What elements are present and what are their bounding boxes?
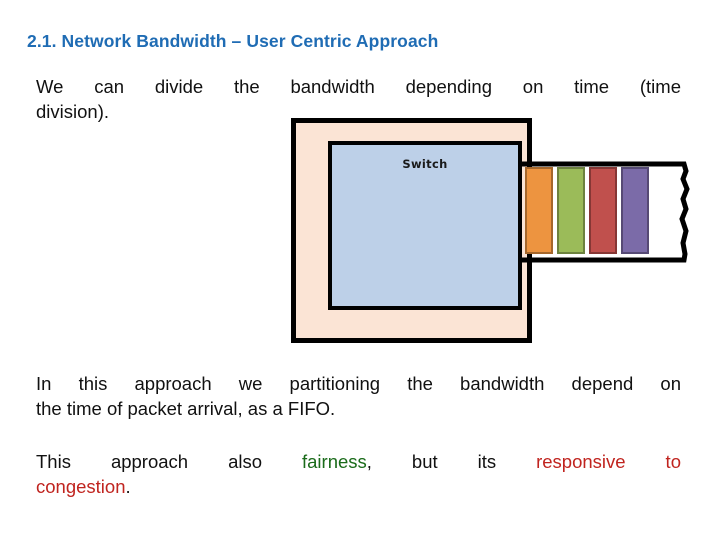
paragraph-intro-line-1: We can divide the bandwidth depending on…	[36, 76, 681, 97]
keyword-congestion: congestion	[36, 476, 126, 497]
text-this-approach-also: This approach also	[36, 451, 302, 472]
paragraph-approach: In this approach we partitioning the ban…	[36, 371, 681, 421]
slide-canvas: 2.1. Network Bandwidth – User Centric Ap…	[0, 0, 720, 540]
packet-green	[557, 167, 585, 254]
paragraph-approach-line-2: the time of packet arrival, as a FIFO.	[36, 398, 336, 419]
paragraph-fairness-line-1: This approach also fairness, but its res…	[36, 449, 681, 474]
switch-chassis: Switch	[291, 118, 532, 343]
switch-core: Switch	[328, 141, 522, 310]
paragraph-fairness-line-2: congestion.	[36, 474, 681, 499]
packet-queue	[525, 167, 655, 257]
packet-purple	[621, 167, 649, 254]
page-title: 2.1. Network Bandwidth – User Centric Ap…	[27, 31, 439, 51]
switch-label: Switch	[402, 157, 448, 171]
keyword-fairness: fairness	[302, 451, 367, 472]
paragraph-approach-line-1: In this approach we partitioning the ban…	[36, 373, 681, 394]
packet-orange	[525, 167, 553, 254]
packet-red	[589, 167, 617, 254]
switch-diagram: Switch	[286, 113, 696, 353]
keyword-responsive-to: responsive to	[536, 451, 681, 472]
paragraph-fairness: This approach also fairness, but its res…	[36, 449, 681, 499]
text-period: .	[125, 476, 131, 497]
text-but-its: , but its	[366, 451, 537, 472]
